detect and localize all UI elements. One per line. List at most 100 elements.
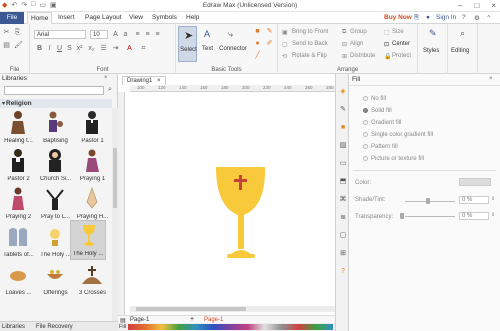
tab-home[interactable]: Home [27, 12, 53, 24]
rotate-flip-button[interactable]: Rotate & Flip [292, 53, 327, 59]
grow-font-icon[interactable]: A [112, 31, 119, 38]
library-item[interactable]: Tablets of... [0, 222, 37, 260]
tab-symbols[interactable]: Symbols [152, 12, 177, 24]
settings-icon[interactable]: ⚙ [474, 14, 480, 22]
rectangle-icon[interactable]: ■ [254, 28, 261, 35]
search-icon[interactable]: ⌕ [108, 86, 112, 94]
center-icon[interactable]: ⊡ [384, 41, 389, 48]
library-item[interactable]: Praying 2 [0, 184, 37, 222]
font-color-icon[interactable]: A [126, 45, 133, 52]
superscript-icon[interactable]: x² [76, 45, 83, 52]
tab-page-layout[interactable]: Page Layout [85, 12, 122, 24]
select-tool-button[interactable]: ➤ Select [178, 26, 197, 62]
color-swatches[interactable] [128, 324, 333, 330]
page-setup-icon[interactable]: ▭ [339, 160, 347, 168]
align-left-icon[interactable]: ≡ [134, 31, 141, 38]
shade-spin-icon[interactable]: ⇕ [491, 196, 495, 202]
protect-button[interactable]: Protect [392, 53, 411, 59]
rotate-flip-icon[interactable]: ⟲ [282, 53, 287, 60]
single-color-gradient-option[interactable]: Single color gradient fill [363, 132, 433, 138]
library-item[interactable]: Pray to L... [37, 184, 74, 222]
shade-slider[interactable] [405, 201, 455, 202]
help-tip-icon[interactable]: ? [339, 268, 347, 276]
align-right-icon[interactable]: ≡ [154, 31, 161, 38]
center-button[interactable]: Center [392, 41, 410, 47]
document-tab[interactable]: Drawing1 × [122, 76, 166, 85]
tab-help[interactable]: Help [186, 12, 199, 24]
align-icon[interactable]: ⊟ [342, 41, 347, 48]
attachment-icon[interactable]: ≣ [339, 214, 347, 222]
group-icon[interactable]: ⧉ [342, 29, 346, 36]
no-fill-option[interactable]: No fill [363, 96, 386, 102]
tab-view[interactable]: View [129, 12, 143, 24]
maximize-icon[interactable]: □ [474, 1, 479, 10]
group-button[interactable]: Group [350, 29, 367, 35]
ellipse-icon[interactable]: ● [254, 40, 261, 47]
sign-in-link[interactable]: Sign In [436, 14, 456, 21]
library-item[interactable]: Praying 1 [74, 146, 111, 184]
paste-icon[interactable]: ▤ [3, 42, 10, 49]
pen-icon[interactable]: ✎ [266, 28, 273, 35]
styles-icon[interactable]: ✎ [429, 29, 437, 38]
bullets-icon[interactable]: ☰ [100, 45, 107, 52]
transparency-slider-handle[interactable] [400, 213, 404, 219]
library-scroll-thumb[interactable] [113, 148, 117, 208]
file-recovery-tab[interactable]: File Recovery [36, 324, 73, 330]
editing-button[interactable]: Editing [451, 48, 469, 54]
subscript-icon[interactable]: x₂ [88, 45, 95, 52]
transparency-value-input[interactable]: 0 % [459, 212, 489, 220]
holy-grail-shape[interactable] [130, 94, 335, 304]
solid-fill-option[interactable]: Solid fill [363, 108, 392, 114]
panel-close-icon[interactable]: × [104, 75, 108, 81]
library-item[interactable]: Pastor 2 [0, 146, 37, 184]
pencil-icon[interactable]: ✐ [266, 40, 273, 47]
library-item[interactable]: The Holy ... [37, 222, 74, 260]
library-item[interactable]: 3 Crosses [74, 260, 111, 298]
italic-icon[interactable]: I [46, 45, 53, 52]
color-picker[interactable] [459, 178, 491, 186]
library-item-selected[interactable]: The Holy ... [70, 220, 106, 260]
distribute-button[interactable]: Distribute [350, 53, 375, 59]
distribute-icon[interactable]: ⊞ [342, 53, 347, 60]
find-icon[interactable]: ⌕ [459, 29, 466, 38]
styles-button[interactable]: Styles [423, 48, 439, 54]
connector-tool-button[interactable]: ⤷ Connector [218, 26, 248, 62]
tab-file[interactable]: File [0, 12, 24, 24]
library-item[interactable]: Baptising [37, 108, 74, 146]
line-style-icon[interactable]: ✎ [339, 106, 347, 114]
library-item[interactable]: Healing t... [0, 108, 37, 146]
library-search-input[interactable] [4, 86, 104, 95]
close-icon[interactable]: × [491, 1, 496, 10]
send-to-back-icon[interactable]: ▢ [282, 41, 288, 48]
size-button[interactable]: Size [392, 29, 404, 35]
minimize-icon[interactable]: – [458, 1, 462, 10]
shrink-font-icon[interactable]: a [122, 31, 129, 38]
send-to-back-button[interactable]: Send to Back [292, 41, 328, 47]
user-icon[interactable]: ● [426, 14, 430, 21]
line-icon[interactable]: ╱ [254, 52, 261, 59]
help-icon[interactable]: ? [462, 14, 466, 21]
size-icon[interactable]: ⬚ [384, 29, 390, 36]
tab-insert[interactable]: Insert [58, 12, 74, 24]
transparency-slider[interactable] [405, 216, 455, 217]
library-item[interactable]: Loaves ... [0, 260, 37, 298]
underline-icon[interactable]: U [56, 45, 63, 52]
protect-icon[interactable]: 🔒 [384, 53, 391, 60]
font-name-select[interactable]: Arial [34, 30, 86, 39]
fill-tool-icon[interactable]: ◈ [339, 88, 347, 96]
shadow-icon[interactable]: ■ [339, 124, 347, 132]
cut-icon[interactable]: ✂ [3, 29, 10, 36]
bold-icon[interactable]: B [36, 45, 43, 52]
bring-to-front-button[interactable]: Bring to Front [292, 29, 328, 35]
share-icon[interactable]: ⎘ [414, 14, 419, 22]
library-category-header[interactable]: Religion [0, 99, 112, 108]
drawing-page[interactable] [130, 94, 335, 304]
library-item[interactable]: Pastor 1 [74, 108, 111, 146]
library-item[interactable]: Offerings [37, 260, 74, 298]
transparency-spin-icon[interactable]: ⇕ [491, 212, 495, 218]
shade-value-input[interactable]: 0 % [459, 196, 489, 204]
document-tab-close-icon[interactable]: × [157, 78, 161, 84]
horizontal-scrollbar[interactable] [130, 306, 335, 312]
image-icon[interactable]: ▨ [339, 142, 347, 150]
fill-panel-close-icon[interactable]: × [489, 76, 493, 82]
